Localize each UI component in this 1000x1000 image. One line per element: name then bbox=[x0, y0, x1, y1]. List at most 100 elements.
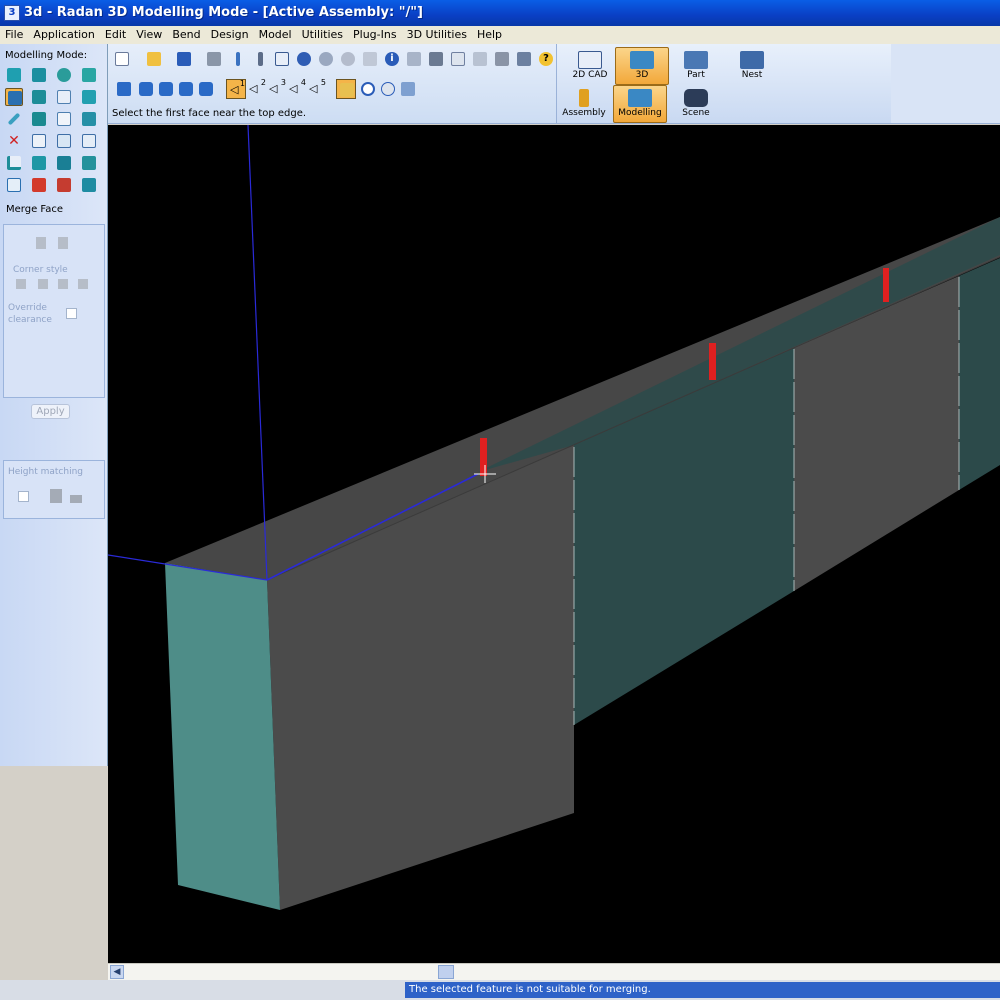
face-select-4-icon[interactable]: ◁ 4 bbox=[286, 78, 306, 99]
height-matching-checkbox[interactable] bbox=[18, 491, 29, 502]
scroll-left-icon[interactable]: ◀ bbox=[110, 965, 124, 979]
mirror-icon[interactable] bbox=[470, 49, 490, 69]
redo-icon[interactable] bbox=[316, 49, 336, 69]
snap-icon[interactable] bbox=[378, 79, 398, 99]
undo-icon[interactable] bbox=[294, 49, 314, 69]
rip-tool-icon[interactable] bbox=[30, 110, 48, 128]
info-icon[interactable]: i bbox=[382, 49, 402, 69]
menu-model[interactable]: Model bbox=[254, 26, 297, 44]
marker-tool-icon[interactable] bbox=[80, 176, 98, 194]
view-cube-icon[interactable] bbox=[398, 79, 418, 99]
menu-3d-utilities[interactable]: 3D Utilities bbox=[402, 26, 472, 44]
3d-viewport[interactable] bbox=[108, 125, 1000, 963]
select-prev-icon[interactable] bbox=[114, 79, 134, 99]
mode-nest-button[interactable]: Nest bbox=[725, 48, 779, 86]
wrench-icon[interactable] bbox=[492, 49, 512, 69]
mode-part-button[interactable]: Part bbox=[669, 48, 723, 86]
save-icon[interactable] bbox=[174, 49, 194, 69]
fold-tool-icon[interactable] bbox=[30, 154, 48, 172]
menu-bend[interactable]: Bend bbox=[167, 26, 205, 44]
pencil-tool-icon[interactable] bbox=[5, 110, 23, 128]
bend-tool-icon[interactable] bbox=[80, 88, 98, 106]
pick-face-icon[interactable] bbox=[336, 79, 356, 99]
intersect-tool-icon[interactable] bbox=[80, 132, 98, 150]
merge-right-icon[interactable] bbox=[58, 237, 68, 249]
merge-marker-3[interactable] bbox=[883, 268, 889, 302]
menu-edit[interactable]: Edit bbox=[100, 26, 131, 44]
merge-left-icon[interactable] bbox=[36, 237, 46, 249]
beam-front-panel-4[interactable] bbox=[959, 258, 1000, 490]
apply-button[interactable]: Apply bbox=[31, 404, 70, 419]
copy-icon[interactable] bbox=[272, 49, 292, 69]
filter-icon[interactable] bbox=[404, 49, 424, 69]
revolve-tool-icon[interactable] bbox=[30, 66, 48, 84]
target-icon[interactable] bbox=[358, 79, 378, 99]
joggle-tool-icon[interactable] bbox=[80, 110, 98, 128]
dropper-icon[interactable] bbox=[250, 49, 270, 69]
delete-tool-icon[interactable]: ✕ bbox=[5, 132, 23, 150]
mode-scene-button[interactable]: Scene bbox=[669, 86, 723, 124]
unfold-tool-icon[interactable] bbox=[55, 154, 73, 172]
title-bar: 3 3d - Radan 3D Modelling Mode - [Active… bbox=[0, 0, 1000, 26]
corner-style-b-icon[interactable] bbox=[38, 279, 48, 289]
merge-marker-2[interactable] bbox=[709, 343, 716, 380]
merge-marker-1[interactable] bbox=[480, 438, 487, 476]
toolbar-filler bbox=[891, 44, 1000, 124]
whats-this-icon[interactable] bbox=[514, 49, 534, 69]
horizontal-scrollbar[interactable]: ◀ bbox=[108, 963, 1000, 980]
corner-tool-icon[interactable] bbox=[5, 154, 23, 172]
menu-file[interactable]: File bbox=[0, 26, 28, 44]
open-folder-icon[interactable] bbox=[144, 49, 164, 69]
help-icon[interactable]: ? bbox=[536, 49, 556, 69]
menu-plug-ins[interactable]: Plug-Ins bbox=[348, 26, 402, 44]
mode-2d-cad-button[interactable]: 2D CAD bbox=[563, 48, 617, 86]
loft-tool-icon[interactable] bbox=[80, 66, 98, 84]
height-option-a-icon[interactable] bbox=[50, 489, 62, 503]
list-icon[interactable] bbox=[448, 49, 468, 69]
face-select-2-icon[interactable]: ◁ 2 bbox=[246, 78, 266, 99]
refresh-icon[interactable] bbox=[338, 49, 358, 69]
app-icon[interactable]: 3 bbox=[4, 5, 20, 21]
union-tool-icon[interactable] bbox=[30, 132, 48, 150]
new-file-icon[interactable] bbox=[112, 49, 132, 69]
sweep-tool-icon[interactable] bbox=[55, 66, 73, 84]
flange-tool-icon[interactable] bbox=[30, 88, 48, 106]
weld-tool-icon[interactable] bbox=[30, 176, 48, 194]
beam-end-face[interactable] bbox=[165, 563, 280, 910]
face-select-5-icon[interactable]: ◁ 5 bbox=[306, 78, 326, 99]
arrow-down-icon[interactable] bbox=[156, 79, 176, 99]
corner-style-d-icon[interactable] bbox=[78, 279, 88, 289]
menu-help[interactable]: Help bbox=[472, 26, 507, 44]
corner-style-c-icon[interactable] bbox=[58, 279, 68, 289]
print-icon[interactable] bbox=[204, 49, 224, 69]
menu-application[interactable]: Application bbox=[28, 26, 99, 44]
menu-utilities[interactable]: Utilities bbox=[297, 26, 348, 44]
arrow-up-icon[interactable] bbox=[136, 79, 156, 99]
arrow-left-icon[interactable] bbox=[176, 79, 196, 99]
height-option-b-icon[interactable] bbox=[70, 495, 82, 503]
measure-icon[interactable] bbox=[426, 49, 446, 69]
move-icon[interactable] bbox=[360, 49, 380, 69]
menu-view[interactable]: View bbox=[131, 26, 167, 44]
mode-3d-button[interactable]: 3D bbox=[615, 47, 669, 85]
override-clearance-checkbox[interactable] bbox=[66, 308, 77, 319]
2d-cad-icon bbox=[578, 51, 602, 69]
box-tool-icon[interactable] bbox=[55, 88, 73, 106]
pencil-icon[interactable] bbox=[228, 49, 248, 69]
scroll-thumb[interactable] bbox=[438, 965, 454, 979]
mode-modelling-button[interactable]: Modelling bbox=[613, 85, 667, 123]
measure-tool-icon[interactable] bbox=[5, 176, 23, 194]
menu-design[interactable]: Design bbox=[206, 26, 254, 44]
mode-assembly-button[interactable]: Assembly bbox=[557, 86, 611, 124]
face-select-1-icon[interactable]: ◁ 1 bbox=[226, 79, 246, 99]
face-select-3-icon[interactable]: ◁ 3 bbox=[266, 78, 286, 99]
hem-tool-icon[interactable] bbox=[55, 110, 73, 128]
extrude-tool-icon[interactable] bbox=[5, 66, 23, 84]
merge-face-tool-icon[interactable] bbox=[5, 88, 23, 106]
cube-tool-icon[interactable] bbox=[80, 154, 98, 172]
arrow-right-icon[interactable] bbox=[196, 79, 216, 99]
stamp-tool-icon[interactable] bbox=[55, 176, 73, 194]
subtract-tool-icon[interactable] bbox=[55, 132, 73, 150]
corner-style-a-icon[interactable] bbox=[16, 279, 26, 289]
modelling-icon bbox=[628, 89, 652, 107]
